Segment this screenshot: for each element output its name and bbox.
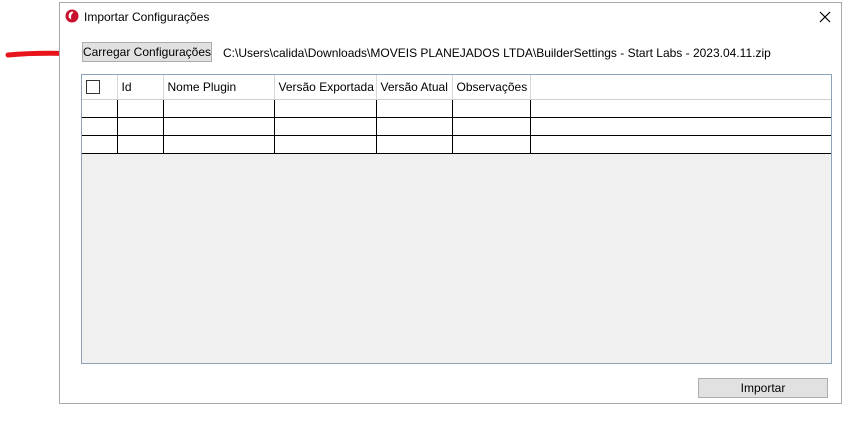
title-bar: Importar Configurações xyxy=(60,3,841,31)
select-all-checkbox[interactable] xyxy=(86,80,100,95)
plugins-grid[interactable]: Id Nome Plugin Versão Exportada Versão A… xyxy=(81,74,832,364)
row-select-cell[interactable] xyxy=(82,135,118,154)
column-header-filler xyxy=(530,75,831,100)
cell-exported-version[interactable] xyxy=(274,135,377,154)
close-button[interactable] xyxy=(813,5,837,29)
column-header-id[interactable]: Id xyxy=(117,75,164,100)
app-logo-icon xyxy=(65,9,79,23)
cell-plugin-name[interactable] xyxy=(163,99,275,118)
column-header-current-version[interactable]: Versão Atual xyxy=(376,75,453,100)
column-header-exported-version[interactable]: Versão Exportada xyxy=(274,75,377,100)
column-header-notes[interactable]: Observações xyxy=(452,75,531,100)
cell-current-version[interactable] xyxy=(376,117,453,136)
plugins-table: Id Nome Plugin Versão Exportada Versão A… xyxy=(82,75,831,154)
table-header-row: Id Nome Plugin Versão Exportada Versão A… xyxy=(82,75,831,100)
cell-exported-version[interactable] xyxy=(274,117,377,136)
cell-plugin-name[interactable] xyxy=(163,135,275,154)
file-path-label: C:\Users\calida\Downloads\MOVEIS PLANEJA… xyxy=(223,46,771,60)
import-button[interactable]: Importar xyxy=(698,378,828,398)
close-icon xyxy=(819,11,831,23)
cell-id[interactable] xyxy=(117,99,164,118)
cell-id[interactable] xyxy=(117,135,164,154)
cell-current-version[interactable] xyxy=(376,99,453,118)
select-all-header xyxy=(82,75,118,100)
column-header-plugin-name[interactable]: Nome Plugin xyxy=(163,75,275,100)
table-row[interactable] xyxy=(82,99,831,118)
cell-current-version[interactable] xyxy=(376,135,453,154)
cell-notes[interactable] xyxy=(452,117,531,136)
cell-filler xyxy=(530,117,831,136)
cell-filler xyxy=(530,99,831,118)
row-select-cell[interactable] xyxy=(82,117,118,136)
cell-plugin-name[interactable] xyxy=(163,117,275,136)
cell-notes[interactable] xyxy=(452,99,531,118)
cell-filler xyxy=(530,135,831,154)
table-row[interactable] xyxy=(82,135,831,154)
table-row[interactable] xyxy=(82,117,831,136)
cell-id[interactable] xyxy=(117,117,164,136)
window-title: Importar Configurações xyxy=(84,10,210,24)
row-select-cell[interactable] xyxy=(82,99,118,118)
import-settings-window: Importar Configurações Carregar Configur… xyxy=(59,2,842,404)
load-settings-button[interactable]: Carregar Configurações xyxy=(82,42,212,62)
cell-exported-version[interactable] xyxy=(274,99,377,118)
cell-notes[interactable] xyxy=(452,135,531,154)
